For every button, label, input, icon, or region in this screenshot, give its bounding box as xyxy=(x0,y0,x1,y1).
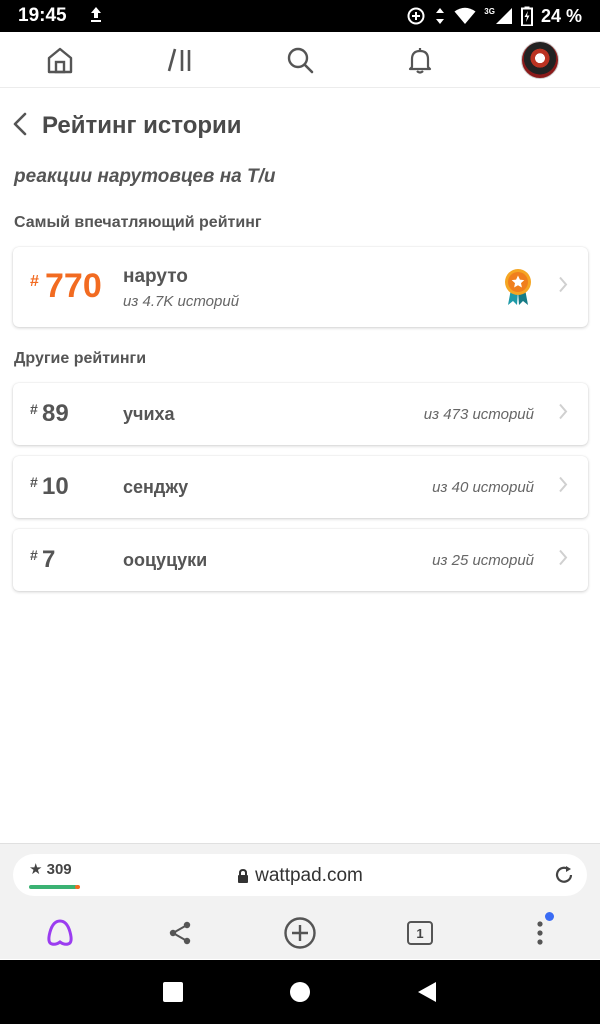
reload-icon xyxy=(555,866,573,883)
signal-icon: 3G xyxy=(484,7,513,25)
status-bar: 19:45 3G 24 % xyxy=(0,0,600,32)
system-home-button[interactable] xyxy=(270,967,330,1017)
browser-actions: 1 xyxy=(0,910,600,956)
rank-tag: наруто xyxy=(123,266,188,287)
rank-hash: # xyxy=(30,401,38,417)
rank-tag: ооцуцуки xyxy=(123,550,208,570)
alice-icon xyxy=(47,919,73,946)
system-nav-bar xyxy=(0,960,600,1024)
lock-icon xyxy=(238,868,249,883)
address-bar[interactable]: ★ 309 wattpad.com xyxy=(13,854,587,896)
battery-text: 24 % xyxy=(540,5,582,26)
back-button[interactable] xyxy=(12,111,28,142)
rank-number: 7 xyxy=(42,546,56,573)
tabs-button[interactable]: 1 xyxy=(390,910,450,956)
story-title: реакции нарутовцев на Т/и xyxy=(14,166,276,187)
home-circle-icon xyxy=(289,982,310,1002)
library-icon xyxy=(167,48,191,71)
system-back-button[interactable] xyxy=(397,967,457,1017)
avatar xyxy=(521,40,559,79)
page-header: Рейтинг истории xyxy=(12,106,242,146)
chevron-right-icon xyxy=(558,476,568,499)
tabs-icon: 1 xyxy=(407,921,433,945)
rank-number: 89 xyxy=(42,400,69,427)
back-icon xyxy=(13,112,27,135)
page-title: Рейтинг истории xyxy=(42,112,242,139)
rank-count: из 25 историй xyxy=(432,552,534,569)
back-triangle-icon xyxy=(417,982,436,1002)
recents-icon xyxy=(163,982,184,1002)
other-ranks-label: Другие рейтинги xyxy=(14,350,147,367)
rank-card[interactable]: # 10 сенджу из 40 историй xyxy=(13,456,588,518)
chevron-right-icon xyxy=(558,276,568,299)
top-rank-label: Самый впечатляющий рейтинг xyxy=(14,214,262,231)
bell-icon xyxy=(408,47,432,74)
library-button[interactable] xyxy=(150,35,210,85)
reload-button[interactable] xyxy=(553,864,575,891)
search-icon xyxy=(287,47,314,73)
rank-hash: # xyxy=(30,273,39,290)
share-button[interactable] xyxy=(150,910,210,956)
top-rank-card[interactable]: # 770 наруто из 4.7K историй xyxy=(13,247,588,327)
data-saver-icon xyxy=(406,6,426,26)
rank-card[interactable]: # 7 ооцуцуки из 25 историй xyxy=(13,529,588,591)
url-display: wattpad.com xyxy=(13,865,587,887)
browser-bar: ★ 309 wattpad.com 1 xyxy=(0,843,600,959)
battery-icon xyxy=(520,6,533,26)
upload-icon xyxy=(89,5,103,28)
menu-dots-icon xyxy=(537,921,543,945)
search-button[interactable] xyxy=(270,35,330,85)
add-icon xyxy=(284,917,316,949)
notifications-button[interactable] xyxy=(390,35,450,85)
profile-button[interactable] xyxy=(510,35,570,85)
share-icon xyxy=(169,921,191,945)
menu-button[interactable] xyxy=(510,910,570,956)
vibrate-icon xyxy=(434,7,446,25)
rank-card[interactable]: # 89 учиха из 473 историй xyxy=(13,383,588,445)
rank-count: из 473 историй xyxy=(423,406,534,423)
url-text: wattpad.com xyxy=(255,865,363,886)
signal-label: 3G xyxy=(484,7,495,16)
home-icon xyxy=(47,47,73,73)
rank-hash: # xyxy=(30,474,38,490)
top-nav xyxy=(0,32,600,88)
chevron-right-icon xyxy=(558,549,568,572)
status-time: 19:45 xyxy=(18,5,67,26)
rank-number: 770 xyxy=(45,267,102,305)
alice-button[interactable] xyxy=(30,910,90,956)
recents-button[interactable] xyxy=(143,967,203,1017)
rank-tag: учиха xyxy=(123,404,175,424)
rank-count: из 40 историй xyxy=(432,479,534,496)
new-tab-button[interactable] xyxy=(270,910,330,956)
chevron-right-icon xyxy=(558,403,568,426)
rank-hash: # xyxy=(30,547,38,563)
home-button[interactable] xyxy=(30,35,90,85)
rank-tag: сенджу xyxy=(123,477,189,497)
medal-icon xyxy=(502,267,534,312)
notification-dot xyxy=(545,912,554,921)
rank-count: из 4.7K историй xyxy=(123,293,240,310)
rank-number: 10 xyxy=(42,473,69,500)
wifi-icon xyxy=(454,7,476,25)
